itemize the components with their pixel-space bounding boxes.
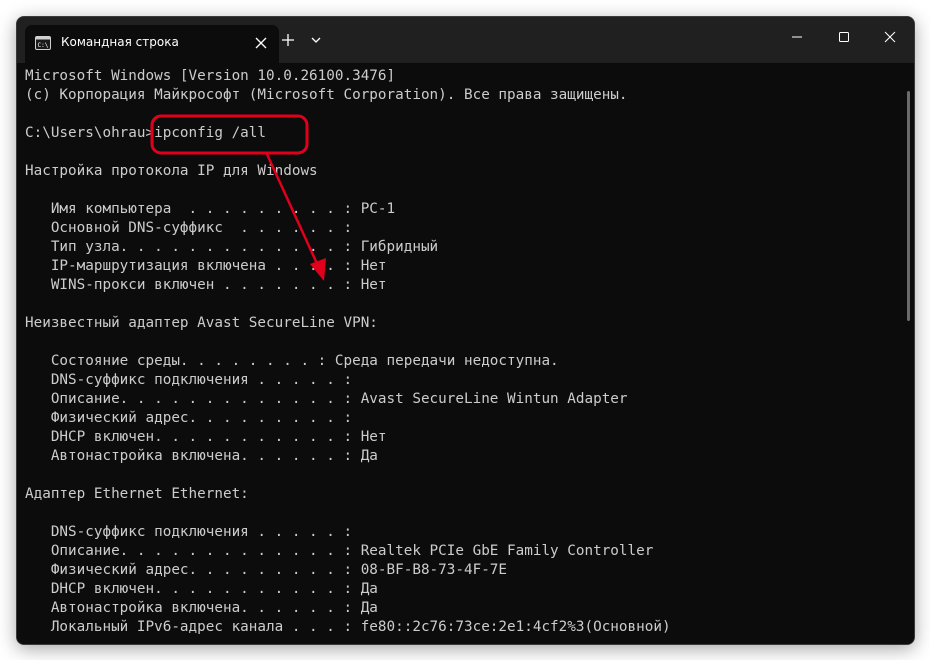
minimize-icon xyxy=(792,36,802,38)
terminal-window: C:\ Командная строка Microsoft Windows [… xyxy=(16,16,915,645)
console-line: Описание. . . . . . . . . . . . . : Real… xyxy=(25,543,654,559)
close-button[interactable] xyxy=(867,17,913,59)
console-line: Автонастройка включена. . . . . . : Да xyxy=(25,448,378,464)
scrollbar[interactable] xyxy=(902,63,914,644)
console-line: IP-маршрутизация включена . . . . : Нет xyxy=(25,258,387,274)
title-bar[interactable]: C:\ Командная строка xyxy=(17,17,914,63)
console-line: Физический адрес. . . . . . . . . : xyxy=(25,410,353,426)
console-line: Описание. . . . . . . . . . . . . : Avas… xyxy=(25,391,628,407)
minimize-button[interactable] xyxy=(774,17,820,59)
close-tab-icon[interactable] xyxy=(254,36,268,50)
maximize-button[interactable] xyxy=(821,17,867,59)
console-line: Основной DNS-суффикс . . . . . . : xyxy=(25,220,353,236)
console-line: Неизвестный адаптер Avast SecureLine VPN… xyxy=(25,315,378,331)
console-line: Microsoft Windows [Version 10.0.26100.34… xyxy=(25,68,396,84)
tab-command-prompt[interactable]: C:\ Командная строка xyxy=(25,25,279,63)
close-icon xyxy=(884,31,896,43)
maximize-icon xyxy=(839,32,849,42)
cmd-icon: C:\ xyxy=(35,36,51,50)
console-line: Имя компьютера . . . . . . . . . : PC-1 xyxy=(25,201,396,217)
scrollbar-thumb[interactable] xyxy=(907,91,910,321)
chevron-down-icon[interactable] xyxy=(309,33,323,47)
console-line: Тип узла. . . . . . . . . . . . . : Гибр… xyxy=(25,239,439,255)
console-line: Физический адрес. . . . . . . . . : 08-B… xyxy=(25,562,508,578)
console-line: Автонастройка включена. . . . . . : Да xyxy=(25,600,378,616)
console-line: DNS-суффикс подключения . . . . . : xyxy=(25,524,353,540)
console-line: Состояние среды. . . . . . . . : Среда п… xyxy=(25,353,559,369)
console-line: (c) Корпорация Майкрософт (Microsoft Cor… xyxy=(25,87,628,103)
console-output[interactable]: Microsoft Windows [Version 10.0.26100.34… xyxy=(17,63,902,644)
console-line: C:\Users\ohrau>ipconfig /all xyxy=(25,125,267,141)
console-line: DHCP включен. . . . . . . . . . . : Нет xyxy=(25,429,387,445)
console-text: Microsoft Windows [Version 10.0.26100.34… xyxy=(25,67,671,637)
tab-title: Командная строка xyxy=(61,35,179,49)
console-line: Локальный IPv6-адрес канала . . . : fe80… xyxy=(25,619,671,635)
console-line: Адаптер Ethernet Ethernet: xyxy=(25,486,249,502)
svg-text:C:\: C:\ xyxy=(38,42,49,49)
new-tab-icon[interactable] xyxy=(279,31,297,49)
console-line: DNS-суффикс подключения . . . . . : xyxy=(25,372,353,388)
console-line: DHCP включен. . . . . . . . . . . : Да xyxy=(25,581,378,597)
console-line: WINS-прокси включен . . . . . . . : Нет xyxy=(25,277,387,293)
console-line: Настройка протокола IP для Windows xyxy=(25,163,318,179)
